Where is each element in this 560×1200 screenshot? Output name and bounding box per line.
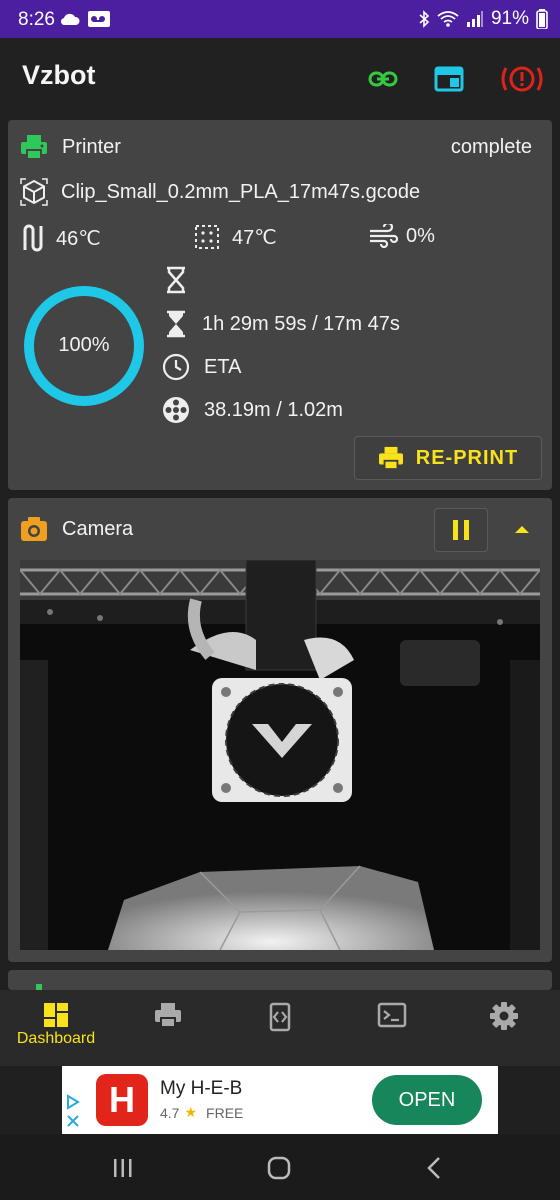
eta-row: ETA xyxy=(162,353,241,381)
fan-value: 0% xyxy=(406,224,435,247)
nav-dashboard-label: Dashboard xyxy=(16,1030,96,1047)
filament-value: 38.19m / 1.02m xyxy=(204,398,343,421)
adchoices-icon[interactable] xyxy=(66,1094,80,1110)
nav-dashboard[interactable]: Dashboard xyxy=(17,1002,95,1062)
terminal-icon xyxy=(377,1002,407,1028)
ad-open-button[interactable]: OPEN xyxy=(372,1075,482,1125)
dashboard-layout-icon[interactable] xyxy=(432,62,466,96)
link-icon[interactable] xyxy=(366,62,400,96)
file-name: Clip_Small_0.2mm_PLA_17m47s.gcode xyxy=(61,180,421,203)
signal-icon xyxy=(466,11,483,27)
app-title: Vzbot xyxy=(22,60,96,90)
recent-apps-icon[interactable] xyxy=(112,1158,134,1178)
star-icon: ★ xyxy=(184,1104,198,1120)
bluetooth-icon xyxy=(419,10,430,28)
elapsed-row xyxy=(164,266,202,294)
cloud-icon xyxy=(60,13,80,26)
status-bar: 8:26 91% xyxy=(0,0,560,38)
extruder-temp-value: 46℃ xyxy=(56,227,101,250)
dashboard-icon xyxy=(44,1003,68,1027)
cube-icon xyxy=(20,178,48,206)
back-icon[interactable] xyxy=(426,1156,442,1180)
camera-header: Camera xyxy=(20,516,133,542)
print-time-value: 1h 29m 59s / 17m 47s xyxy=(202,312,400,335)
battery-icon xyxy=(536,9,548,29)
gear-icon xyxy=(490,1002,518,1030)
camera-icon xyxy=(21,517,47,541)
emergency-stop-icon[interactable] xyxy=(500,62,544,96)
collapse-caret-icon[interactable] xyxy=(514,524,530,534)
nav-files[interactable] xyxy=(250,1002,310,1062)
printer-icon xyxy=(21,135,47,160)
ad-open-label: OPEN xyxy=(398,1088,456,1111)
battery-percent: 91% xyxy=(490,8,529,29)
printer-header: Printer xyxy=(20,134,121,160)
extruder-icon xyxy=(23,224,43,252)
filament-row: 38.19m / 1.02m xyxy=(162,396,343,424)
camera-image xyxy=(20,560,540,950)
ad-price: FREE xyxy=(206,1104,244,1121)
status-icons-right: 91% xyxy=(418,8,548,30)
close-icon[interactable] xyxy=(66,1114,80,1128)
nav-printer[interactable] xyxy=(138,1002,198,1062)
pause-icon xyxy=(453,520,469,540)
spool-icon xyxy=(163,397,189,423)
camera-feed xyxy=(20,560,540,950)
reprint-button[interactable]: RE-PRINT xyxy=(354,436,542,480)
printer-state: complete xyxy=(450,136,532,158)
bed-temp: 47℃ xyxy=(194,224,277,250)
progress-ring: 100% xyxy=(22,284,146,408)
heb-logo-letter: H xyxy=(109,1079,135,1120)
home-icon[interactable] xyxy=(267,1156,291,1180)
file-row: Clip_Small_0.2mm_PLA_17m47s.gcode xyxy=(20,178,420,206)
code-file-icon xyxy=(269,1002,291,1032)
printer-icon xyxy=(378,446,403,470)
printer-card: Printer complete Clip_Small_0.2mm_PLA_17… xyxy=(8,120,552,490)
reprint-label: RE-PRINT xyxy=(415,446,519,469)
camera-title: Camera xyxy=(62,517,134,540)
hourglass-icon xyxy=(167,266,185,294)
printer-icon xyxy=(155,1003,181,1028)
ad-rating-row: 4.7 ★ FREE xyxy=(160,1104,243,1121)
next-card-partial xyxy=(8,970,552,990)
progress-percent: 100% xyxy=(58,334,110,356)
wifi-icon xyxy=(437,11,459,27)
bottom-nav: Dashboard xyxy=(0,990,560,1066)
printer-title: Printer xyxy=(62,135,121,158)
hourglass-full-icon xyxy=(167,310,185,338)
heb-app-icon: H xyxy=(96,1074,148,1126)
system-nav-bar xyxy=(0,1134,560,1200)
ad-rating: 4.7 xyxy=(160,1104,180,1121)
status-icons-left xyxy=(60,11,110,27)
status-time: 8:26 xyxy=(18,9,55,30)
bed-icon xyxy=(195,225,219,249)
camera-card: Camera xyxy=(8,498,552,962)
voicemail-icon xyxy=(88,11,110,27)
pause-button[interactable] xyxy=(434,508,488,552)
bed-temp-value: 47℃ xyxy=(232,226,277,249)
nav-settings[interactable] xyxy=(474,1002,534,1062)
clock-icon xyxy=(162,353,190,381)
ad-app-name: My H-E-B xyxy=(160,1078,243,1099)
extruder-temp: 46℃ xyxy=(20,224,101,252)
app-bar: Vzbot xyxy=(0,38,560,118)
eta-label: ETA xyxy=(204,355,242,378)
ad-banner[interactable]: H My H-E-B 4.7 ★ FREE OPEN xyxy=(62,1066,498,1134)
fan-speed: 0% xyxy=(368,224,435,248)
wind-icon xyxy=(370,224,398,248)
print-time-row: 1h 29m 59s / 17m 47s xyxy=(164,310,400,338)
nav-console[interactable] xyxy=(362,1002,422,1062)
